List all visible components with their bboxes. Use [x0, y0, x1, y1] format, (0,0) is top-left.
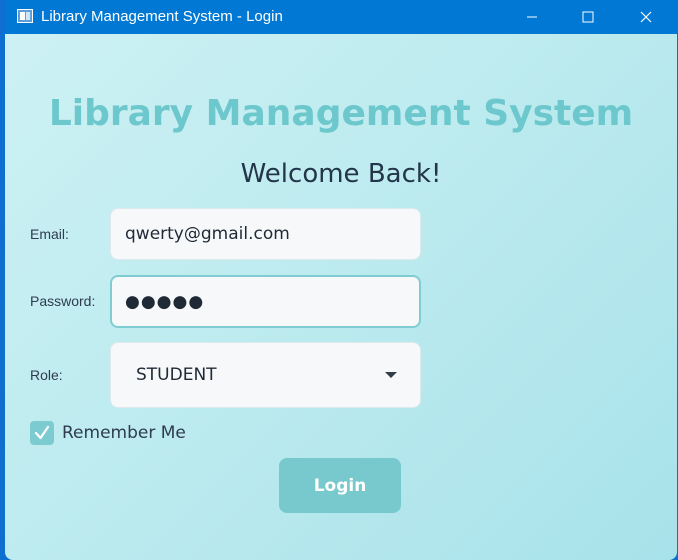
password-input[interactable] — [110, 275, 421, 328]
role-selected-value: STUDENT — [136, 365, 217, 385]
title-bar[interactable]: Library Management System - Login — [5, 0, 677, 34]
login-button[interactable]: Login — [279, 458, 401, 513]
app-icon — [17, 9, 33, 23]
welcome-heading: Welcome Back! — [240, 159, 442, 189]
window-title: Library Management System - Login — [41, 8, 283, 25]
minimize-icon — [527, 16, 537, 18]
checkmark-icon — [34, 425, 50, 440]
minimize-button[interactable] — [504, 0, 560, 34]
remember-me-label: Remember Me — [62, 423, 186, 443]
chevron-down-icon — [385, 372, 397, 378]
app-window: Library Management System - Login Librar… — [0, 0, 678, 560]
role-select[interactable]: STUDENT — [110, 342, 421, 408]
close-button[interactable] — [618, 0, 674, 34]
remember-me-option[interactable]: Remember Me — [30, 420, 186, 446]
email-label: Email: — [30, 226, 69, 242]
maximize-button[interactable] — [560, 0, 616, 34]
maximize-icon — [582, 11, 594, 23]
close-icon — [640, 11, 652, 23]
password-label: Password: — [30, 293, 96, 309]
remember-me-checkbox[interactable] — [30, 421, 54, 445]
role-label: Role: — [30, 367, 63, 383]
app-title: Library Management System — [48, 93, 634, 134]
login-panel: Library Management System Welcome Back! … — [5, 34, 677, 560]
email-input[interactable] — [110, 208, 421, 260]
